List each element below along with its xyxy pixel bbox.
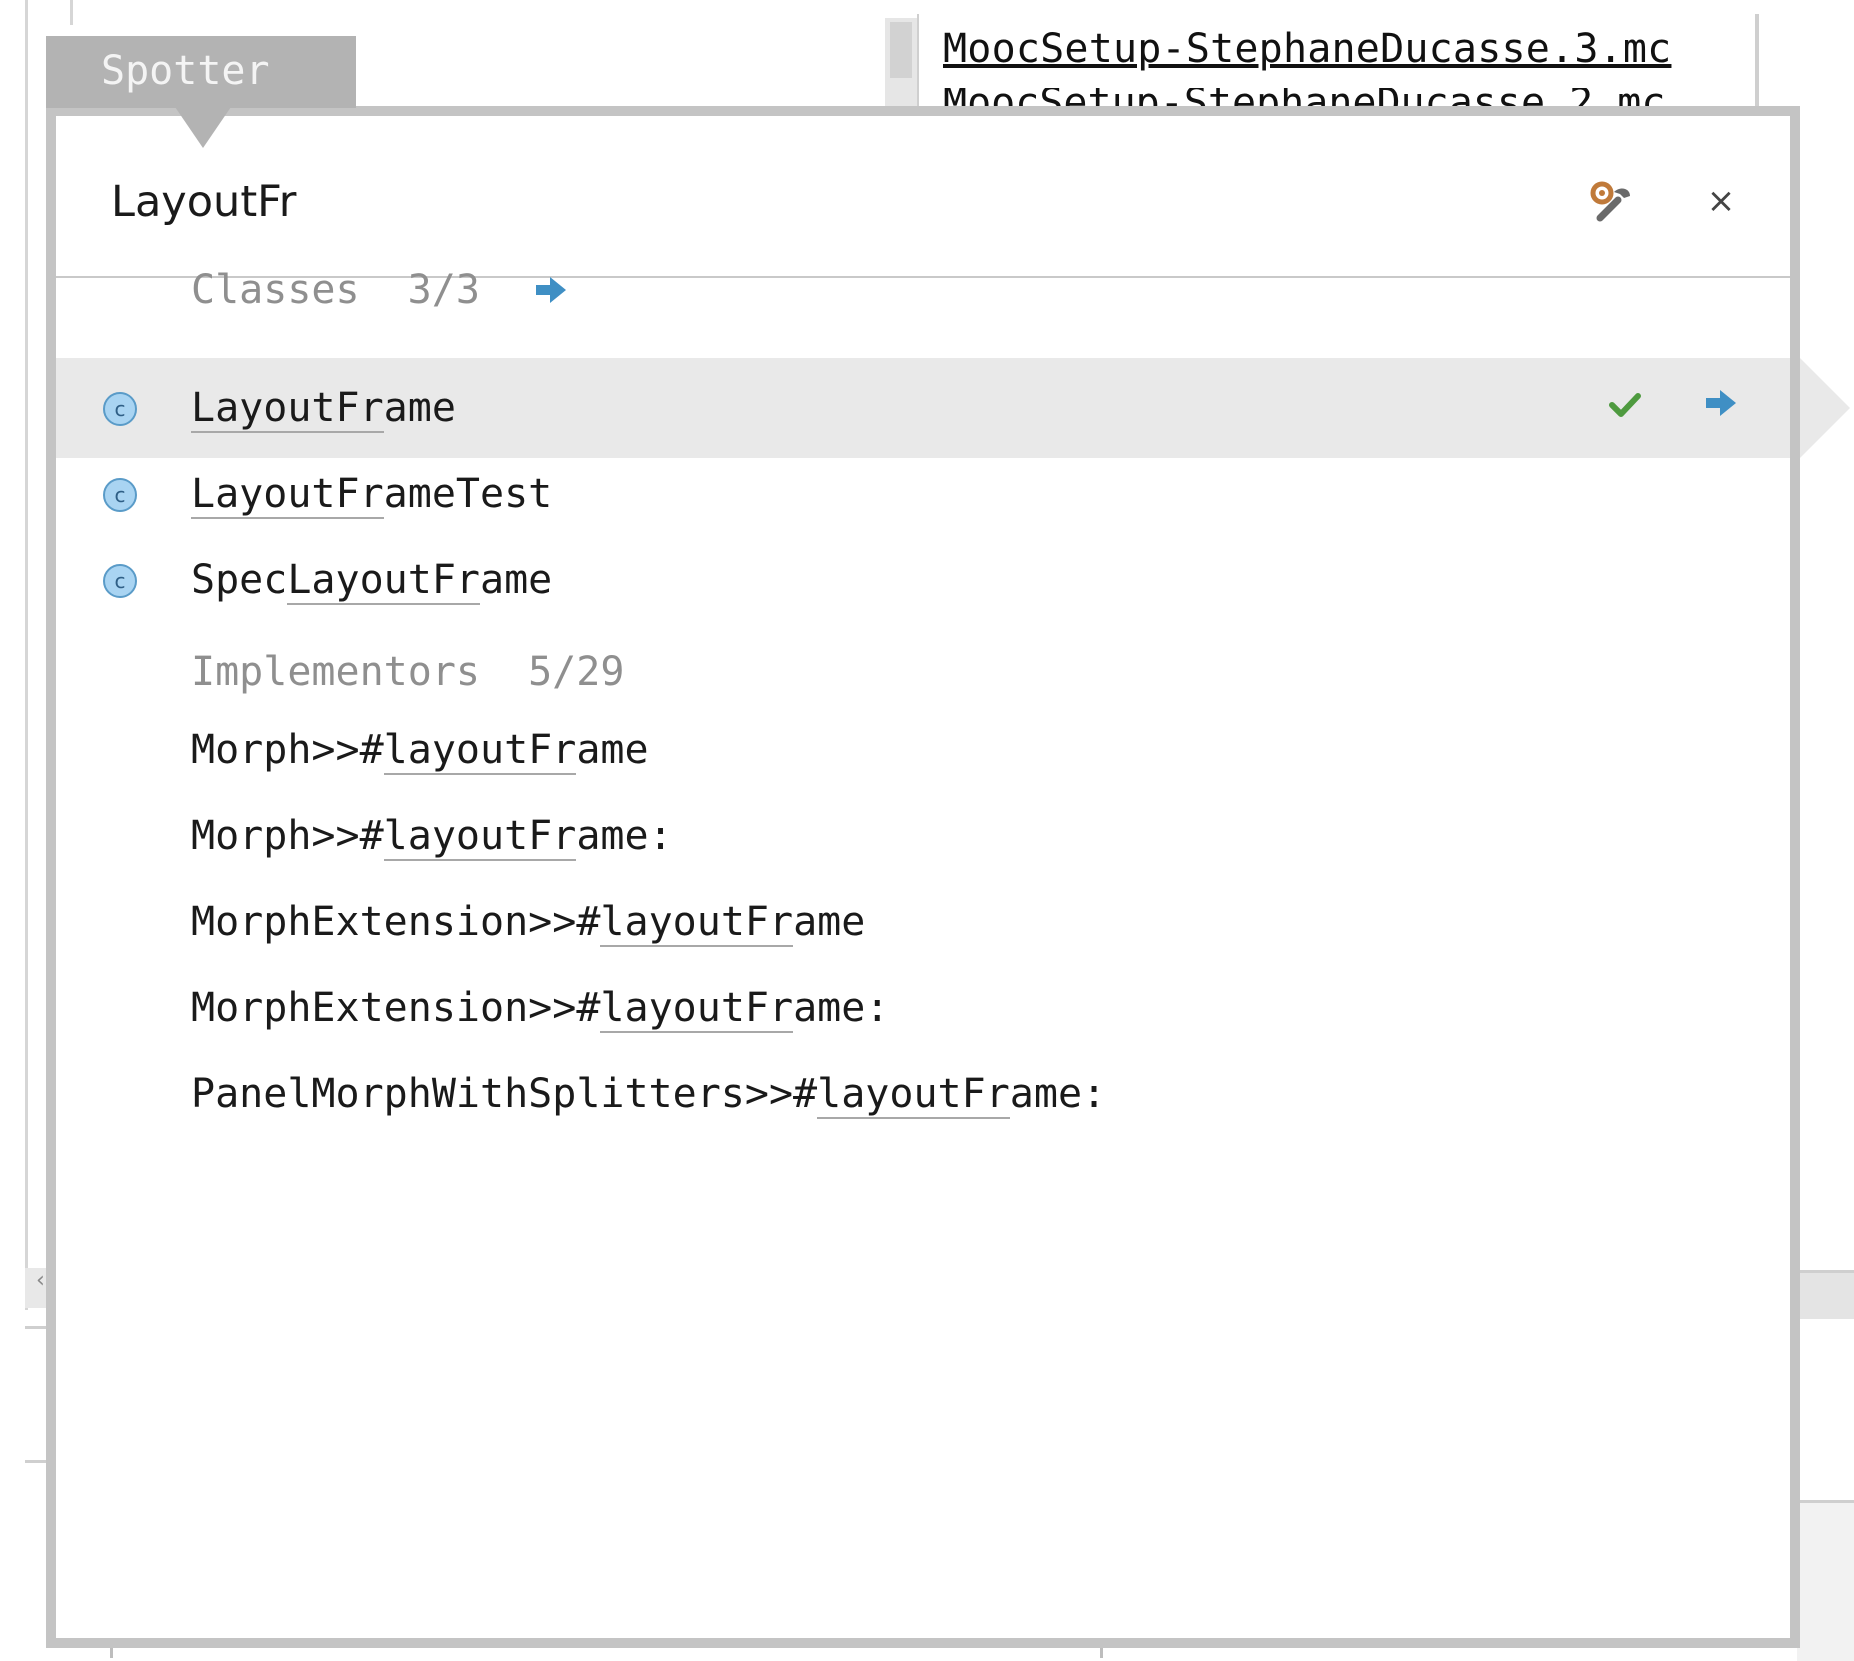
result-row-implementor[interactable]: Morph>>#layoutFrame:: [191, 806, 673, 866]
result-row-class[interactable]: c SpecLayoutFrame: [56, 530, 1790, 630]
result-label-prefix: MorphExtension>>#: [191, 985, 601, 1031]
result-label-match: LayoutFr: [191, 385, 384, 433]
result-row-implementor[interactable]: MorphExtension>>#layoutFrame:: [191, 978, 889, 1038]
result-label-suffix: ameTest: [383, 471, 553, 517]
svg-text:c: c: [115, 569, 126, 593]
result-row-class[interactable]: c LayoutFrameTest: [56, 444, 1790, 544]
result-label-match: LayoutFr: [191, 471, 384, 519]
selection-notch: [1800, 358, 1850, 458]
result-label-suffix: ame:: [793, 985, 890, 1031]
result-label-prefix: Morph>>#: [191, 727, 384, 773]
result-label: SpecLayoutFrame: [191, 550, 552, 610]
search-row: ×: [56, 116, 1790, 278]
background-scrollbar-thumb[interactable]: [890, 22, 912, 78]
result-label: LayoutFrameTest: [191, 464, 552, 524]
background-window-edge: [25, 0, 28, 1310]
svg-text:c: c: [115, 397, 126, 421]
result-label-suffix: ame: [383, 385, 456, 431]
background-window-edge: [70, 0, 73, 25]
class-icon: c: [101, 562, 139, 600]
class-icon: c: [101, 476, 139, 514]
result-label-match: layoutFr: [817, 1071, 1010, 1119]
background-pane: [1797, 1500, 1854, 1661]
category-header-classes[interactable]: Classes 3/3: [191, 260, 568, 320]
result-row-implementor[interactable]: PanelMorphWithSplitters>>#layoutFrame:: [191, 1064, 1106, 1124]
result-label-suffix: ame: [793, 899, 866, 945]
dive-in-arrow-icon[interactable]: [1704, 388, 1742, 426]
result-label-match: layoutFr: [600, 985, 794, 1033]
background-file-link[interactable]: MoocSetup-StephaneDucasse.2.mc: [943, 88, 1755, 108]
wrench-gear-icon[interactable]: [1586, 178, 1636, 228]
result-label-suffix: ame: [479, 557, 553, 603]
background-scrollbar[interactable]: [1797, 1270, 1854, 1319]
background-divider: [917, 14, 919, 114]
result-label-prefix: Spec: [191, 557, 288, 603]
category-header-implementors[interactable]: Implementors 5/29: [191, 642, 624, 702]
search-input[interactable]: [111, 172, 1491, 232]
spotter-tab-pointer: [173, 104, 233, 148]
check-icon[interactable]: [1606, 386, 1644, 424]
result-label-prefix: Morph>>#: [191, 813, 384, 859]
background-divider: [1755, 14, 1759, 114]
result-label-prefix: MorphExtension>>#: [191, 899, 601, 945]
background-file-link[interactable]: MoocSetup-StephaneDucasse.3.mc: [943, 26, 1755, 72]
result-label-match: LayoutFr: [287, 557, 480, 605]
category-name: Classes: [191, 267, 360, 313]
category-count: 5/29: [528, 649, 625, 695]
result-label-suffix: ame:: [1009, 1071, 1107, 1117]
result-label-match: layoutFr: [383, 727, 577, 775]
dive-in-arrow-icon[interactable]: [534, 262, 568, 322]
close-icon[interactable]: ×: [1701, 176, 1741, 226]
category-count: 3/3: [407, 267, 480, 313]
result-row-class[interactable]: c LayoutFrame: [56, 358, 1850, 458]
result-label-match: layoutFr: [383, 813, 577, 861]
result-label-suffix: ame: [576, 727, 649, 773]
background-file-link-label: MoocSetup-StephaneDucasse.2.mc: [943, 88, 1665, 108]
class-icon: c: [101, 390, 139, 428]
svg-text:c: c: [115, 483, 126, 507]
spotter-tab: Spotter: [46, 36, 356, 108]
category-name: Implementors: [191, 649, 480, 695]
spotter-panel: × Classes 3/3 c LayoutFrame c LayoutFram…: [46, 106, 1850, 1648]
result-label: LayoutFrame: [191, 378, 456, 438]
result-label-match: layoutFr: [600, 899, 794, 947]
result-row-implementor[interactable]: Morph>>#layoutFrame: [191, 720, 649, 780]
result-row-implementor[interactable]: MorphExtension>>#layoutFrame: [191, 892, 865, 952]
result-label-suffix: ame:: [576, 813, 673, 859]
result-label-prefix: PanelMorphWithSplitters>>#: [191, 1071, 818, 1117]
